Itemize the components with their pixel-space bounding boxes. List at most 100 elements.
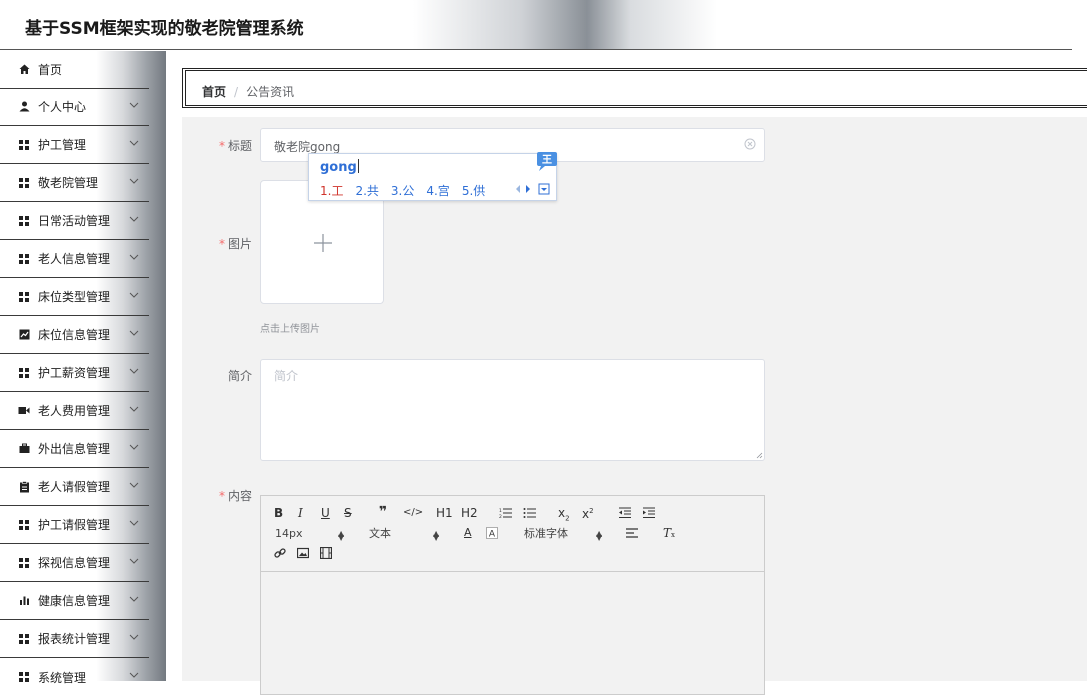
subscript-icon[interactable]: x2 xyxy=(558,506,570,525)
sidebar-item-label: 老人费用管理 xyxy=(38,404,111,418)
sidebar-item-nursing-home[interactable]: 敬老院管理 xyxy=(0,164,149,202)
sidebar-item-bed-type[interactable]: 床位类型管理 xyxy=(0,278,149,316)
breadcrumb-home[interactable]: 首页 xyxy=(202,85,226,99)
sidebar-item-health-info[interactable]: 健康信息管理 xyxy=(0,582,149,620)
chevron-down-icon xyxy=(129,520,139,526)
sidebar-item-label: 护工请假管理 xyxy=(38,518,111,532)
align-icon[interactable] xyxy=(626,528,639,539)
main-content: 首页 / 公告资讯 * 标题 敬老院gong gong 1.工 2.共 3.公 4.宫 5.供… xyxy=(166,51,1087,695)
sidebar-item-label: 护工管理 xyxy=(38,138,87,152)
font-family-select[interactable]: 标准字体 xyxy=(524,527,568,541)
sidebar-item-bed-info[interactable]: 床位信息管理 xyxy=(0,316,149,354)
chevron-down-icon xyxy=(129,178,139,184)
sidebar-item-elder-info[interactable]: 老人信息管理 xyxy=(0,240,149,278)
sidebar-item-label: 外出信息管理 xyxy=(38,442,111,456)
rich-text-editor: B I U S ❞ </> H1 H2 12 x2 x2 14px ▲ ▼ 文本… xyxy=(260,495,765,695)
editor-content-area[interactable] xyxy=(261,573,764,694)
sidebar-item-label: 床位信息管理 xyxy=(38,328,111,342)
ime-candidate[interactable]: 1.工 xyxy=(320,184,343,198)
ime-candidate[interactable]: 3.公 xyxy=(391,184,414,198)
svg-text:王: 王 xyxy=(542,154,552,166)
top-header: 基于SSM框架实现的敬老院管理系统 xyxy=(0,0,1087,50)
clear-icon[interactable] xyxy=(744,138,756,150)
ime-candidate-window: gong 1.工 2.共 3.公 4.宫 5.供 王 xyxy=(308,152,557,201)
required-mark: * xyxy=(218,139,225,153)
outdent-icon[interactable] xyxy=(618,507,632,519)
header-divider xyxy=(0,49,1072,50)
block-format-dropdown-icon[interactable]: ▼ xyxy=(433,531,439,545)
background-color-icon[interactable]: A xyxy=(486,527,498,539)
grid-icon xyxy=(18,177,30,189)
bar-chart-icon xyxy=(18,595,30,607)
ime-candidate[interactable]: 4.宫 xyxy=(426,184,449,198)
intro-textarea[interactable]: 简介 xyxy=(260,359,765,461)
grid-icon xyxy=(18,519,30,531)
sidebar-item-label: 日常活动管理 xyxy=(38,214,111,228)
sidebar-item-caregiver[interactable]: 护工管理 xyxy=(0,126,149,164)
video-embed-icon[interactable] xyxy=(320,547,332,559)
sidebar-item-caregiver-leave[interactable]: 护工请假管理 xyxy=(0,506,149,544)
clipboard-icon xyxy=(18,480,30,493)
image-icon[interactable] xyxy=(297,547,309,559)
link-icon[interactable] xyxy=(274,547,286,559)
font-color-icon[interactable]: A xyxy=(464,526,472,540)
sidebar-item-outing-info[interactable]: 外出信息管理 xyxy=(0,430,149,468)
bullet-list-icon[interactable] xyxy=(523,507,537,519)
sidebar-item-visit-info[interactable]: 探视信息管理 xyxy=(0,544,149,582)
content-label: * 内容 xyxy=(218,489,252,503)
ime-candidate[interactable]: 2.共 xyxy=(355,184,378,198)
chevron-down-icon xyxy=(129,292,139,298)
sidebar-item-daily-activity[interactable]: 日常活动管理 xyxy=(0,202,149,240)
ime-composition: gong xyxy=(320,159,359,175)
clear-format-icon[interactable]: Tx xyxy=(663,526,675,542)
breadcrumb-current: 公告资讯 xyxy=(246,85,295,99)
breadcrumb-bar: 首页 / 公告资讯 xyxy=(182,68,1087,108)
grid-icon xyxy=(18,215,30,227)
ordered-list-icon[interactable]: 12 xyxy=(499,507,513,519)
grid-icon xyxy=(18,633,30,645)
resize-handle-icon[interactable] xyxy=(756,452,763,459)
font-size-dropdown-icon[interactable]: ▼ xyxy=(338,531,344,545)
sidebar-item-report-stats[interactable]: 报表统计管理 xyxy=(0,620,149,658)
home-icon xyxy=(18,64,30,76)
ime-page-nav-icon[interactable] xyxy=(514,183,552,195)
breadcrumb-separator: / xyxy=(234,85,239,99)
sidebar-item-caregiver-salary[interactable]: 护工薪资管理 xyxy=(0,354,149,392)
chevron-down-icon xyxy=(129,558,139,564)
sidebar-item-home[interactable]: 首页 xyxy=(0,51,149,89)
sidebar-item-system[interactable]: 系统管理 xyxy=(0,658,149,696)
grid-icon xyxy=(18,367,30,379)
indent-icon[interactable] xyxy=(642,507,656,519)
strikethrough-icon[interactable]: S xyxy=(344,506,352,520)
chevron-down-icon xyxy=(129,634,139,640)
chevron-down-icon xyxy=(129,140,139,146)
ime-candidate[interactable]: 5.供 xyxy=(462,184,485,198)
sidebar-item-label: 报表统计管理 xyxy=(38,632,111,646)
italic-icon[interactable]: I xyxy=(298,506,303,520)
block-format-select[interactable]: 文本 xyxy=(369,527,391,541)
intro-label: 简介 xyxy=(227,369,252,383)
required-mark: * xyxy=(218,489,225,503)
sidebar-item-label: 首页 xyxy=(38,63,63,77)
heading1-icon[interactable]: H1 xyxy=(436,506,453,520)
bold-icon[interactable]: B xyxy=(274,506,283,520)
superscript-icon[interactable]: x2 xyxy=(582,504,594,521)
sidebar-item-label: 老人请假管理 xyxy=(38,480,111,494)
sidebar-item-elder-leave[interactable]: 老人请假管理 xyxy=(0,468,149,506)
heading2-icon[interactable]: H2 xyxy=(461,506,478,520)
editor-toolbar: B I U S ❞ </> H1 H2 12 x2 x2 14px ▲ ▼ 文本… xyxy=(261,496,764,572)
underline-icon[interactable]: U xyxy=(321,506,330,520)
sidebar-item-personal-center[interactable]: 个人中心 xyxy=(0,88,149,126)
sidebar-item-elder-fee[interactable]: 老人费用管理 xyxy=(0,392,149,430)
chevron-down-icon xyxy=(129,482,139,488)
chart-icon xyxy=(18,329,30,341)
svg-text:1: 1 xyxy=(499,508,502,514)
chevron-down-icon xyxy=(129,102,139,108)
chevron-down-icon xyxy=(129,368,139,374)
code-block-icon[interactable]: </> xyxy=(403,506,423,520)
grid-icon xyxy=(18,291,30,303)
font-size-select[interactable]: 14px xyxy=(275,527,303,541)
blockquote-icon[interactable]: ❞ xyxy=(379,505,387,519)
sidebar-item-label: 系统管理 xyxy=(38,670,87,685)
font-family-dropdown-icon[interactable]: ▼ xyxy=(596,531,602,545)
